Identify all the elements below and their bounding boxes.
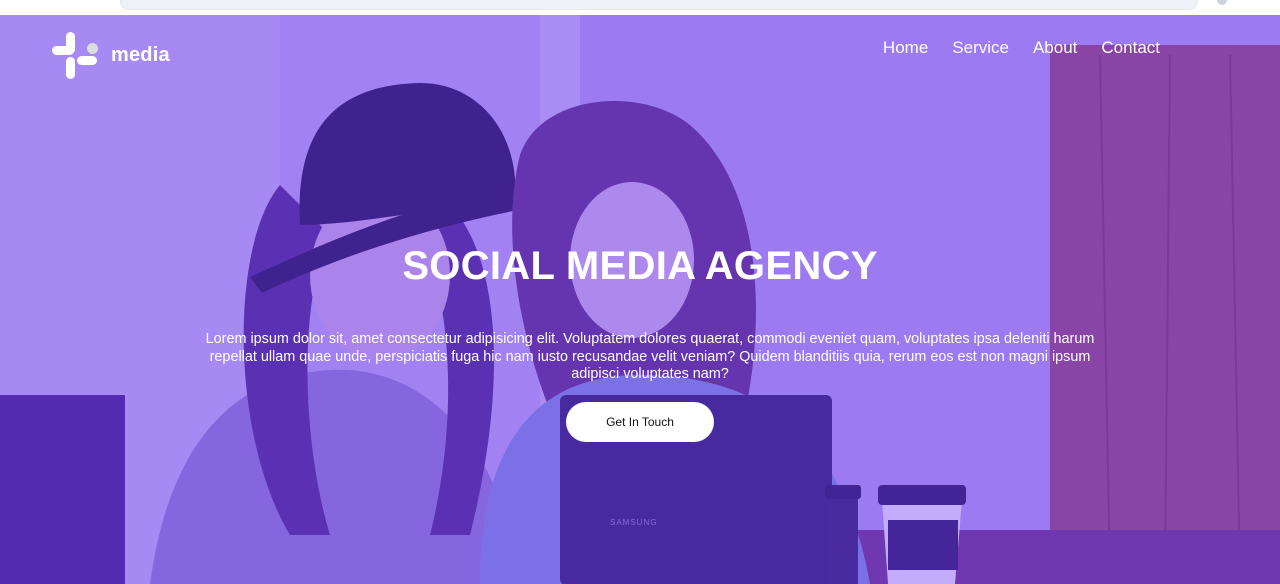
hero-title: SOCIAL MEDIA AGENCY: [402, 244, 878, 288]
brand-logo[interactable]: media: [52, 32, 170, 79]
extension-icon[interactable]: [1217, 0, 1227, 5]
get-in-touch-button[interactable]: Get In Touch: [566, 402, 714, 442]
hero-section: SAMSUNG media Home Service About Contact…: [0, 15, 1280, 584]
brand-name: media: [111, 44, 170, 66]
slack-like-hash-icon: [52, 32, 99, 79]
nav-item-home[interactable]: Home: [883, 38, 928, 58]
hero-color-overlay: [0, 15, 1280, 584]
browser-strip: [0, 0, 1280, 15]
nav-item-about[interactable]: About: [1033, 38, 1077, 58]
hero-description: Lorem ipsum dolor sit, amet consectetur …: [205, 331, 1095, 382]
main-nav: Home Service About Contact: [883, 38, 1160, 58]
nav-item-service[interactable]: Service: [952, 38, 1009, 58]
address-bar[interactable]: [120, 0, 1198, 10]
nav-item-contact[interactable]: Contact: [1101, 38, 1160, 58]
